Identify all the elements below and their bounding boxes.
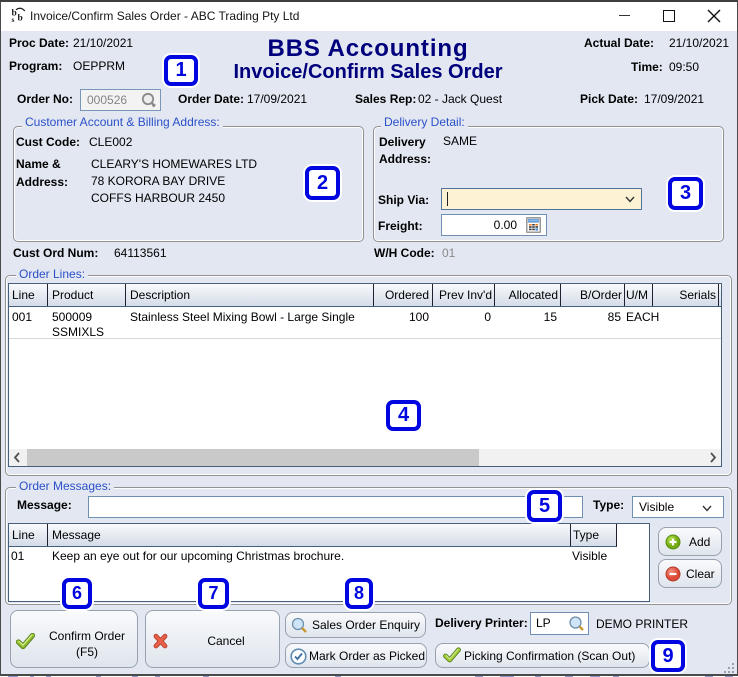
svg-text:b: b	[18, 14, 23, 23]
svg-text:s: s	[12, 15, 15, 22]
